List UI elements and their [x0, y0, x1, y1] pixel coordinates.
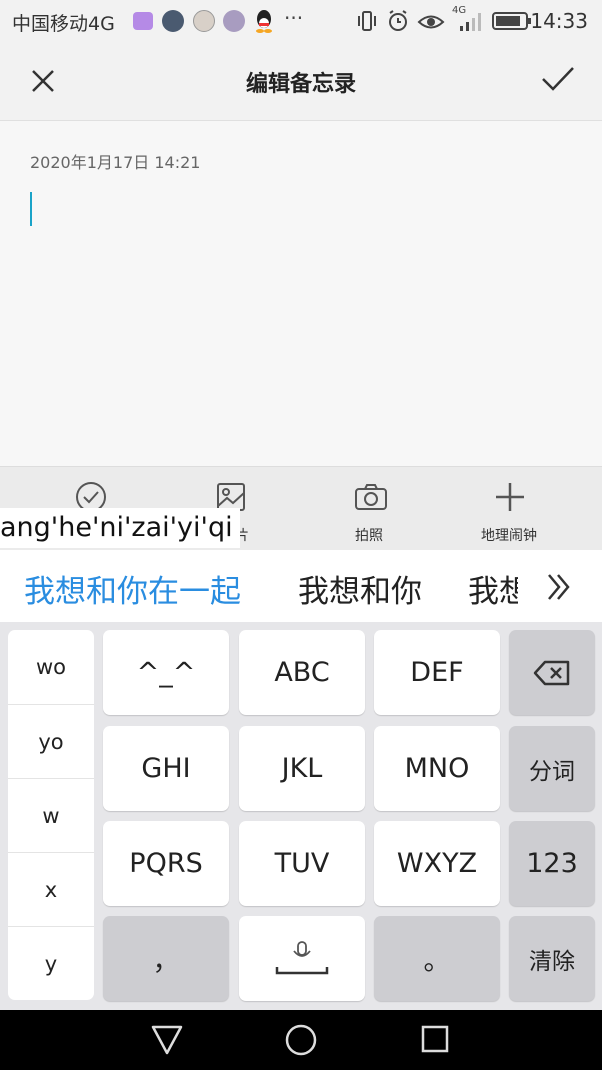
period-key[interactable]: 。 [374, 916, 500, 1001]
candidate-2[interactable]: 我想和你 [298, 566, 422, 611]
geo-alarm-label: 地理闹钟 [481, 528, 537, 544]
avatar-icon [162, 10, 184, 32]
syllable-yo[interactable]: yo [8, 704, 94, 779]
candidate-1[interactable]: 我想和你在一起 [24, 566, 241, 611]
key-mno[interactable]: MNO [374, 726, 500, 811]
split-key[interactable]: 分词 [509, 726, 595, 811]
carrier-label: 中国移动4G [12, 13, 115, 35]
key-def[interactable]: DEF [374, 630, 500, 715]
key-pqrs[interactable]: PQRS [103, 821, 229, 906]
battery-icon [492, 11, 532, 35]
text-caret [30, 192, 32, 226]
clear-key[interactable]: 清除 [509, 916, 595, 1001]
vibrate-icon [356, 10, 378, 36]
geo-alarm-button[interactable]: 地理闹钟 [434, 467, 584, 551]
signal-icon [458, 10, 484, 36]
comma-key[interactable]: ， [103, 916, 229, 1001]
keyboard-notification-icon [133, 12, 153, 30]
plus-icon [496, 483, 524, 511]
syllable-y[interactable]: y [8, 926, 94, 1001]
camera-label: 拍照 [355, 528, 383, 544]
key-tuv[interactable]: TUV [239, 821, 365, 906]
qq-icon [254, 9, 274, 38]
syllable-wo[interactable]: wo [8, 630, 94, 704]
camera-button[interactable]: 拍照 [294, 467, 444, 551]
backspace-icon [533, 660, 570, 685]
home-icon[interactable] [284, 1023, 318, 1061]
save-check-icon[interactable] [540, 64, 576, 98]
key-wxyz[interactable]: WXYZ [374, 821, 500, 906]
title-bar: 编辑备忘录 [0, 42, 602, 121]
page-title: 编辑备忘录 [245, 72, 356, 97]
pinyin-syllable-list[interactable]: wo yo w x y [8, 630, 94, 1000]
avatar-icon [193, 10, 215, 32]
back-icon[interactable] [150, 1024, 184, 1060]
expand-candidates-icon[interactable] [545, 572, 573, 606]
camera-icon [355, 484, 387, 510]
memo-date: 2020年1月17日 14:21 [30, 153, 201, 172]
syllable-x[interactable]: x [8, 852, 94, 927]
navigation-bar [0, 1010, 602, 1070]
candidate-3[interactable]: 我想 [468, 566, 518, 611]
syllable-w[interactable]: w [8, 778, 94, 853]
space-mic-icon [275, 940, 329, 974]
emoticon-key[interactable]: ^_^ [103, 630, 229, 715]
key-ghi[interactable]: GHI [103, 726, 229, 811]
status-bar: 中国移动4G ··· 4G 14:33 [0, 0, 602, 42]
backspace-key[interactable] [509, 630, 595, 715]
t9-keyboard: wo yo w x y ^_^ ABC DEF GHI JKL MNO 分词 P… [0, 622, 602, 1010]
eye-comfort-icon [417, 9, 445, 37]
clock-label: 14:33 [530, 9, 588, 33]
key-jkl[interactable]: JKL [239, 726, 365, 811]
pinyin-composition: ang'he'ni'zai'yi'qi [0, 508, 240, 548]
memo-editor[interactable]: 2020年1月17日 14:21 [0, 121, 602, 466]
recents-icon[interactable] [420, 1024, 450, 1058]
numeric-key[interactable]: 123 [509, 821, 595, 906]
avatar-icon [223, 10, 245, 32]
space-key[interactable] [239, 916, 365, 1001]
key-abc[interactable]: ABC [239, 630, 365, 715]
more-notifications-icon: ··· [284, 6, 304, 30]
candidate-bar: 我想和你在一起 我想和你 我想 [0, 550, 602, 623]
alarm-icon [386, 9, 410, 37]
